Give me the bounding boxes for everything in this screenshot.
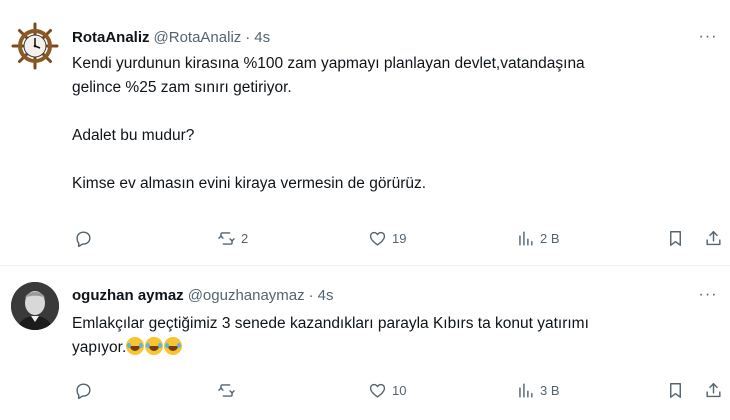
more-options-icon[interactable]: ··· (698, 285, 718, 305)
heart-icon (369, 383, 386, 398)
reply-button[interactable] (74, 379, 98, 401)
tweet-text-line: Adalet bu mudur? (72, 127, 195, 144)
reply-icon (76, 230, 91, 247)
timestamp[interactable]: 4s (254, 29, 270, 46)
like-button[interactable]: 19 (368, 227, 406, 249)
tweet-actions: 10 3 B (72, 379, 723, 401)
separator-dot: · (245, 28, 251, 46)
tweet-text-line: Kendi yurdunun kirasına %100 zam yapmayı… (72, 55, 585, 72)
share-button[interactable] (704, 379, 723, 401)
share-icon (706, 382, 721, 397)
retweet-button[interactable]: 2 (217, 227, 248, 249)
user-handle[interactable]: @oguzhanaymaz (188, 287, 305, 304)
views-count: 2 B (540, 230, 560, 246)
more-options-icon[interactable]: ··· (698, 27, 718, 47)
tweet-header: oguzhan aymaz @oguzhanaymaz · 4s (72, 285, 334, 305)
tweet-rotaanaliz[interactable]: RotaAnaliz @RotaAnaliz · 4s ··· Kendi yu… (0, 0, 730, 265)
tweet-header: RotaAnaliz @RotaAnaliz · 4s (72, 27, 270, 47)
tweet-text-blank-line (72, 148, 712, 172)
rofl-emoji-icon (145, 337, 164, 355)
tweet-text-line: gelince %25 zam sınırı getiriyor. (72, 79, 292, 96)
tweet-oguzhanaymaz[interactable]: oguzhan aymaz @oguzhanaymaz · 4s ··· Eml… (0, 266, 730, 420)
retweet-icon (218, 231, 235, 245)
tweet-text-line: Emlakçılar geçtiğimiz 3 senede kazandıkl… (72, 315, 589, 332)
timestamp[interactable]: 4s (318, 287, 334, 304)
user-handle[interactable]: @RotaAnaliz (154, 29, 242, 46)
reply-icon (76, 382, 91, 399)
views-button[interactable]: 2 B (516, 227, 560, 249)
tweet-actions: 2 19 2 B (72, 227, 723, 249)
separator-dot: · (308, 286, 314, 304)
display-name[interactable]: RotaAnaliz (72, 29, 150, 46)
like-count: 10 (392, 382, 407, 398)
views-chart-icon (519, 382, 533, 398)
rofl-emoji-icon (164, 337, 183, 355)
tweet-text: Emlakçılar geçtiğimiz 3 senede kazandıkl… (72, 312, 712, 360)
tweet-text-line: Kimse ev almasın evini kiraya vermesin d… (72, 175, 427, 192)
bookmark-button[interactable] (666, 227, 685, 249)
retweet-icon (218, 383, 235, 397)
display-name[interactable]: oguzhan aymaz (72, 287, 184, 304)
retweet-count: 2 (241, 230, 249, 246)
views-chart-icon (519, 230, 533, 246)
like-count: 19 (392, 230, 407, 246)
avatar-ship-wheel-icon[interactable] (11, 22, 59, 70)
rofl-emoji-icon (126, 337, 145, 355)
retweet-button[interactable] (217, 379, 241, 401)
bookmark-icon (670, 382, 681, 398)
bookmark-icon (670, 230, 681, 246)
share-icon (706, 230, 721, 245)
avatar-portrait[interactable] (11, 282, 59, 330)
tweet-text: Kendi yurdunun kirasına %100 zam yapmayı… (72, 52, 712, 196)
tweet-text-line-with-emoji: yapıyor. (72, 336, 712, 360)
like-button[interactable]: 10 (368, 379, 406, 401)
views-button[interactable]: 3 B (516, 379, 560, 401)
bookmark-button[interactable] (666, 379, 685, 401)
views-count: 3 B (540, 382, 560, 398)
reply-button[interactable] (74, 227, 98, 249)
tweet-text-fragment: yapıyor. (72, 339, 127, 356)
tweet-text-blank-line (72, 100, 712, 124)
heart-icon (369, 231, 386, 246)
share-button[interactable] (704, 227, 723, 249)
